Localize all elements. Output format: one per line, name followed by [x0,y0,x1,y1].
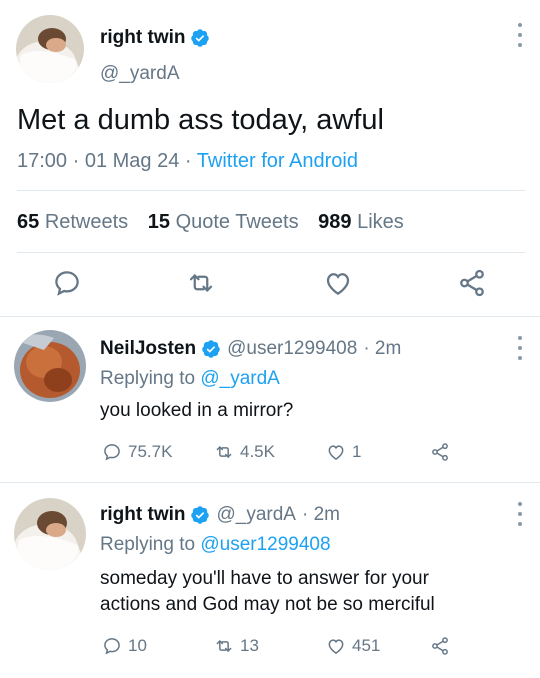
reply-text-line: you looked in a mirror? [100,400,294,421]
likes-count: 989 [318,211,352,233]
like-count: 1 [352,442,362,461]
more-options-icon[interactable] [514,23,526,47]
replying-to-handle[interactable]: @_yardA [200,368,280,389]
reply-tweet[interactable]: NeilJosten @user1299408 · 2m Replying to… [0,316,540,482]
divider [17,190,525,191]
verified-badge-icon [190,505,210,525]
retweet-action[interactable]: 4.5K [214,442,275,462]
like-action[interactable]: 451 [326,636,380,656]
retweets-count: 65 [17,211,40,233]
reply-actions: 10 13 451 [100,636,460,662]
tweet-date: 01 Mag 24 [84,150,180,172]
reply-count: 10 [128,636,147,655]
reply-icon[interactable] [52,268,82,298]
verified-badge-icon [201,339,221,359]
like-icon [328,639,344,654]
reply-tweet[interactable]: right twin @_yardA · 2m Replying to @use… [0,482,540,678]
divider [17,252,525,253]
retweet-count: 13 [240,636,259,655]
share-icon [432,637,448,655]
reply-text-line: someday you'll have to answer for your [100,568,429,589]
tweet-text: Met a dumb ass today, awful [17,104,384,136]
meta-separator: · [67,150,85,172]
reply-action[interactable]: 75.7K [102,442,172,462]
reply-action[interactable]: 10 [102,636,147,656]
retweet-action[interactable]: 13 [214,636,259,656]
tweet-stats: 65 Retweets 15 Quote Tweets 989 Likes [17,211,418,234]
author-display-name[interactable]: NeilJosten [100,338,196,360]
replying-to: Replying to @_yardA [100,368,280,390]
retweet-count: 4.5K [240,442,275,461]
retweet-icon[interactable] [186,268,216,298]
reply-actions: 75.7K 4.5K 1 [100,442,460,468]
avatar[interactable] [14,498,86,570]
tweet-meta: 17:00 · 01 Mag 24 · Twitter for Android [17,150,358,173]
quotes-label: Quote Tweets [175,211,299,233]
tweet-age: · 2m [363,338,402,359]
replying-to: Replying to @user1299408 [100,534,331,556]
replying-prefix: Replying to [100,534,196,555]
author-display-name[interactable]: right twin [100,27,185,49]
share-action[interactable] [430,442,456,462]
share-icon [432,443,448,461]
quote-tweets-stat[interactable]: 15 Quote Tweets [148,211,299,233]
author-handle[interactable]: @_yardA [100,63,180,85]
reply-text: you looked in a mirror? [100,398,293,424]
author-handle[interactable]: @user1299408 [227,338,357,360]
retweet-icon [216,640,232,652]
like-icon[interactable] [323,268,353,298]
reply-icon [104,638,120,655]
like-icon [328,445,344,460]
avatar[interactable] [16,15,84,83]
author-name-row: right twin @_yardA · 2m [100,504,340,526]
more-options-icon[interactable] [514,502,526,526]
author-handle[interactable]: @_yardA [216,504,296,526]
meta-separator: · [179,150,197,172]
reply-count: 75.7K [128,442,173,461]
tweet-age: · 2m [301,504,340,525]
replying-prefix: Replying to [100,368,196,389]
reply-text-line: actions and God may not be so merciful [100,594,435,615]
author-name-row: right twin [100,27,210,49]
reply-text: someday you'll have to answer for your a… [100,566,435,618]
retweet-icon [216,446,232,458]
author-display-name[interactable]: right twin [100,504,185,526]
quotes-count: 15 [147,211,170,233]
author-name-row: NeilJosten @user1299408 · 2m [100,338,401,360]
like-action[interactable]: 1 [326,442,361,462]
likes-label: Likes [357,211,404,233]
tweet-time: 17:00 [17,150,68,172]
tweet-source-link[interactable]: Twitter for Android [197,150,358,172]
avatar[interactable] [14,330,86,402]
more-options-icon[interactable] [514,336,526,360]
like-count: 451 [352,636,381,655]
verified-badge-icon [190,28,210,48]
retweets-label: Retweets [44,211,129,233]
tweet-actions [0,268,540,300]
share-icon[interactable] [457,268,487,298]
retweets-stat[interactable]: 65 Retweets [17,211,128,233]
share-action[interactable] [430,636,456,656]
reply-icon [104,444,120,461]
likes-stat[interactable]: 989 Likes [318,211,404,233]
replying-to-handle[interactable]: @user1299408 [200,534,330,555]
